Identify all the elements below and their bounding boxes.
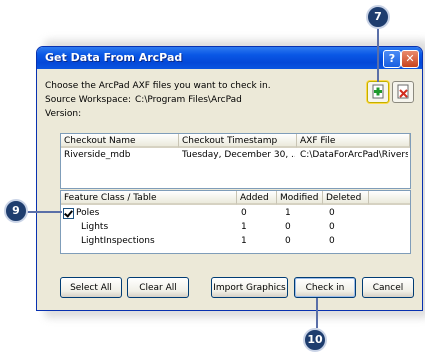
- header-checkout-name[interactable]: Checkout Name: [61, 134, 179, 148]
- help-button[interactable]: ?: [383, 50, 401, 68]
- instructions-text: Choose the ArcPad AXF files you want to …: [45, 81, 271, 91]
- modified-cell: 0: [285, 222, 291, 232]
- feature-name-cell: LightInspections: [81, 236, 155, 246]
- import-graphics-button[interactable]: Import Graphics: [211, 277, 288, 298]
- dialog-window: Get Data From ArcPad ? ✕ Choose the ArcP…: [36, 46, 423, 311]
- header-spacer: [369, 191, 410, 205]
- feature-name-cell: Lights: [81, 222, 109, 232]
- callout-9-leader: [26, 211, 62, 213]
- version-label: Version:: [45, 109, 82, 119]
- remove-axf-button[interactable]: [392, 81, 414, 103]
- checkout-timestamp-cell: Tuesday, December 30, ...: [182, 150, 295, 160]
- poles-checkbox[interactable]: [63, 208, 74, 219]
- deleted-cell: 0: [329, 236, 335, 246]
- remove-file-icon: [397, 84, 409, 99]
- header-added[interactable]: Added: [237, 191, 277, 205]
- check-in-button[interactable]: Check in: [294, 277, 356, 298]
- callout-7-leader: [377, 28, 379, 82]
- added-cell: 1: [241, 236, 247, 246]
- window-title: Get Data From ArcPad: [45, 51, 183, 64]
- deleted-cell: 0: [329, 208, 335, 218]
- select-all-button[interactable]: Select All: [60, 277, 122, 298]
- deleted-cell: 0: [329, 222, 335, 232]
- checkout-name-cell: Riverside_mdb: [64, 150, 131, 160]
- header-deleted[interactable]: Deleted: [323, 191, 369, 205]
- modified-cell: 0: [285, 236, 291, 246]
- close-button[interactable]: ✕: [401, 50, 419, 68]
- header-modified[interactable]: Modified: [277, 191, 323, 205]
- source-workspace-label: Source Workspace:: [45, 95, 131, 105]
- cancel-button[interactable]: Cancel: [362, 277, 414, 298]
- feature-class-list[interactable]: Feature Class / Table Added Modified Del…: [60, 190, 411, 254]
- header-checkout-timestamp[interactable]: Checkout Timestamp: [179, 134, 297, 148]
- header-feature-class[interactable]: Feature Class / Table: [61, 191, 237, 205]
- callout-7: 7: [366, 5, 390, 29]
- modified-cell: 1: [285, 208, 291, 218]
- header-axf-file[interactable]: AXF File: [297, 134, 410, 148]
- callout-10: 10: [303, 328, 327, 352]
- title-bar[interactable]: Get Data From ArcPad ? ✕: [37, 47, 422, 69]
- added-cell: 1: [241, 222, 247, 232]
- source-workspace-value: C:\Program Files\ArcPad: [135, 95, 242, 105]
- added-cell: 0: [241, 208, 247, 218]
- clear-all-button[interactable]: Clear All: [127, 277, 189, 298]
- callout-10-leader: [316, 298, 318, 328]
- checkout-list[interactable]: Checkout Name Checkout Timestamp AXF Fil…: [60, 133, 411, 189]
- source-workspace-row: Source Workspace: C:\Program Files\ArcPa…: [45, 95, 305, 105]
- add-file-icon: [372, 84, 384, 99]
- callout-9: 9: [4, 199, 28, 223]
- add-axf-button[interactable]: [367, 81, 389, 103]
- feature-name-cell: Poles: [76, 208, 100, 218]
- axf-file-cell: C:\DataForArcPad\Rivers...: [300, 150, 408, 160]
